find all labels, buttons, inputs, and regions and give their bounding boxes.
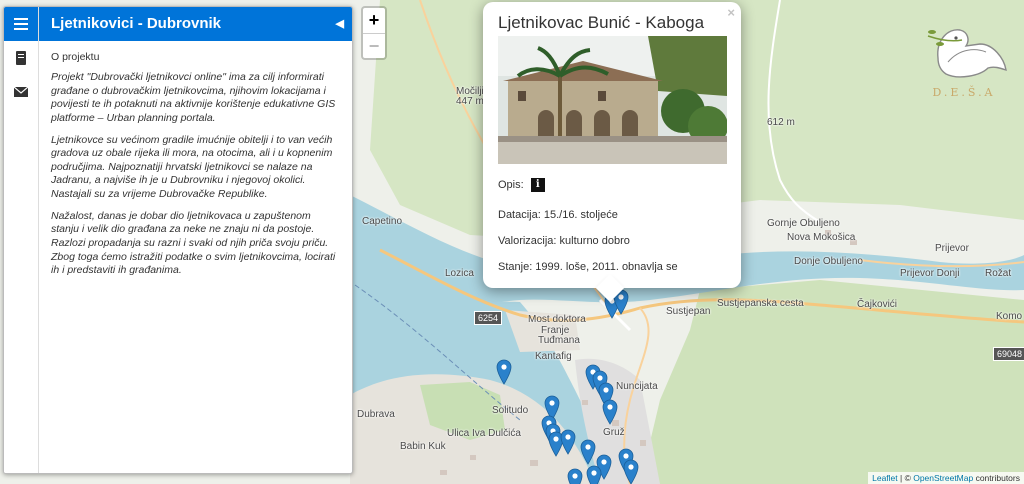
place-label: Prijevor bbox=[935, 243, 969, 254]
sidebar-content: O projektu Projekt "Dubrovački ljetnikov… bbox=[39, 41, 352, 296]
info-icon[interactable]: i bbox=[530, 178, 545, 192]
map-popup: × Ljetnikovac Bunić - Kaboga Opis: i Dat… bbox=[483, 2, 741, 303]
contact-tab[interactable] bbox=[4, 75, 38, 109]
section-heading: O projektu bbox=[51, 51, 100, 63]
map-marker-icon[interactable] bbox=[560, 429, 576, 455]
popup-title: Ljetnikovac Bunić - Kaboga bbox=[498, 13, 705, 32]
place-label: Babin Kuk bbox=[400, 441, 446, 452]
sidebar: Ljetnikovici - Dubrovnik ◀ O projektu Pr… bbox=[3, 6, 353, 474]
menu-tab[interactable] bbox=[4, 7, 38, 41]
opis-label: Opis: bbox=[498, 178, 524, 191]
place-label: Sustjepanska cesta bbox=[717, 298, 804, 309]
osm-link[interactable]: OpenStreetMap bbox=[913, 473, 973, 483]
info-tab[interactable] bbox=[4, 41, 38, 75]
map-marker-icon[interactable] bbox=[496, 359, 512, 385]
zoom-out-button[interactable]: − bbox=[363, 33, 385, 58]
zoom-control: + − bbox=[361, 6, 387, 60]
place-label: Dubrava bbox=[357, 409, 395, 420]
place-label: 612 m bbox=[767, 117, 795, 128]
hamburger-icon bbox=[14, 18, 28, 30]
sidebar-tabs bbox=[4, 7, 38, 473]
document-icon bbox=[16, 51, 26, 65]
place-label: Ulica Iva Dulčića bbox=[447, 428, 521, 439]
place-label: 447 m bbox=[456, 96, 484, 107]
desa-logo: D.E.Š.A bbox=[918, 18, 1010, 100]
place-label: Tuđmana bbox=[538, 335, 580, 346]
map-marker-icon[interactable] bbox=[580, 439, 596, 465]
attribution-contributors: contributors bbox=[973, 473, 1020, 483]
sidebar-title: Ljetnikovici - Dubrovnik bbox=[51, 15, 222, 32]
paragraph-3: Nažalost, danas je dobar dio ljetnikovac… bbox=[51, 209, 336, 277]
envelope-icon bbox=[14, 87, 28, 97]
place-label: Prijevor Donji bbox=[900, 268, 960, 279]
place-label: Gruž bbox=[603, 427, 625, 438]
zoom-in-button[interactable]: + bbox=[363, 8, 385, 33]
popup-opis-row: Opis: i bbox=[498, 178, 545, 192]
place-label: Solitudo bbox=[492, 405, 529, 416]
place-label: Capetino bbox=[362, 216, 403, 227]
datacija-row: Datacija: 15./16. stoljeće bbox=[498, 209, 618, 221]
road-shield: 69048 bbox=[993, 347, 1024, 361]
map-marker-icon[interactable] bbox=[602, 399, 618, 425]
villa-photo bbox=[498, 36, 727, 164]
place-label: Most doktora bbox=[528, 314, 586, 325]
map-marker-icon[interactable] bbox=[586, 465, 602, 484]
place-label: Komo bbox=[996, 311, 1023, 322]
map-marker-icon[interactable] bbox=[567, 468, 583, 484]
place-label: Sustjepan bbox=[666, 306, 711, 317]
logo-text: D.E.Š.A bbox=[932, 85, 995, 99]
attribution-separator: | © bbox=[897, 473, 914, 483]
map-marker-icon[interactable] bbox=[623, 459, 639, 484]
paragraph-1: Projekt "Dubrovački ljetnikovci online" … bbox=[51, 71, 336, 124]
place-label: Gornje Obuljeno bbox=[767, 218, 840, 229]
leaflet-link[interactable]: Leaflet bbox=[872, 473, 898, 483]
place-label: Lozica bbox=[445, 268, 474, 279]
place-label: Donje Obuljeno bbox=[794, 256, 863, 267]
place-label: Kantafig bbox=[535, 351, 572, 362]
place-label: Nova Mokošica bbox=[787, 232, 856, 243]
collapse-sidebar-button[interactable]: ◀ bbox=[336, 7, 344, 41]
paragraph-2: Ljetnikovce su većinom gradile imućnije … bbox=[51, 133, 333, 201]
stanje-row: Stanje: 1999. loše, 2011. obnavlja se bbox=[498, 261, 678, 273]
popup-close-button[interactable]: × bbox=[727, 5, 735, 20]
place-label: Nuncijata bbox=[616, 381, 658, 392]
sidebar-pane: Ljetnikovici - Dubrovnik ◀ O projektu Pr… bbox=[38, 7, 352, 473]
place-label: Čajkovići bbox=[857, 299, 898, 310]
road-shield: 6254 bbox=[474, 311, 503, 325]
place-label: Rožat bbox=[985, 268, 1012, 279]
sidebar-header: Ljetnikovici - Dubrovnik ◀ bbox=[39, 7, 352, 41]
attribution: Leaflet | © OpenStreetMap contributors bbox=[868, 472, 1024, 484]
valorizacija-row: Valorizacija: kulturno dobro bbox=[498, 235, 630, 247]
